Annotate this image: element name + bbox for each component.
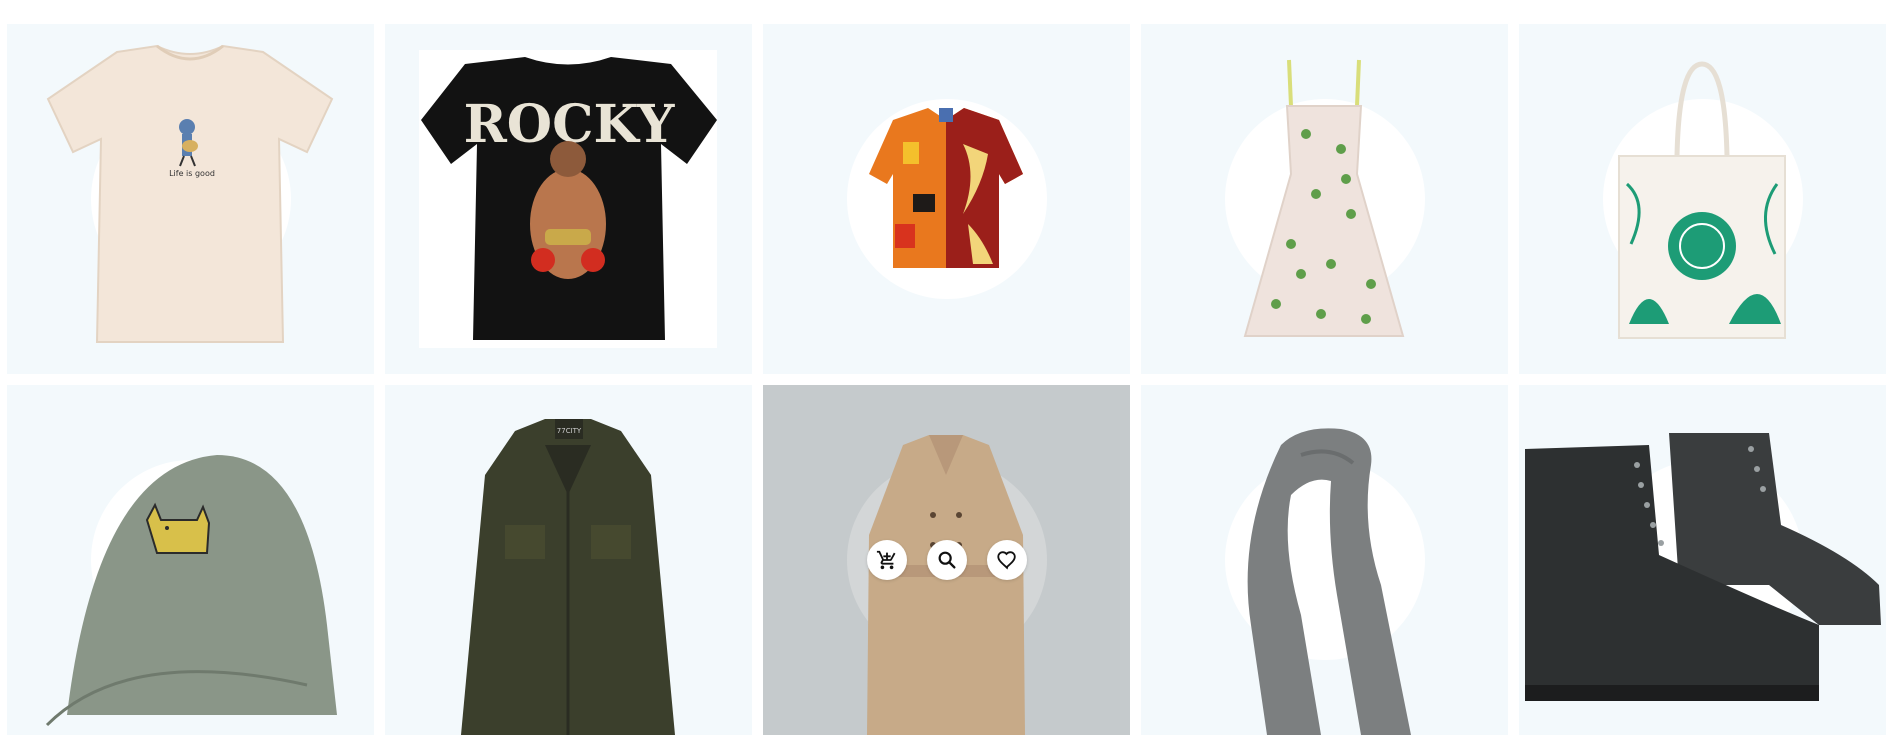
product-card-floral-dress[interactable] xyxy=(1141,24,1508,374)
search-icon xyxy=(938,551,956,569)
product-card-trench-coat[interactable] xyxy=(763,385,1130,735)
product-card-grey-scarf[interactable] xyxy=(1141,385,1508,735)
product-image-dress[interactable] xyxy=(1141,24,1508,374)
product-image-shirt[interactable] xyxy=(763,24,1130,374)
product-card-cat-cap[interactable] xyxy=(7,385,374,735)
jacket-label-text: 77CITY xyxy=(557,427,582,435)
product-card-tote-bag[interactable] xyxy=(1519,24,1886,374)
heart-icon xyxy=(996,551,1016,570)
product-card-green-jacket[interactable]: 77CITY xyxy=(385,385,752,735)
product-image-cap[interactable] xyxy=(7,385,374,735)
product-card-rocky-tee[interactable]: ROCKY xyxy=(385,24,752,374)
product-image-tshirt[interactable]: Life is good xyxy=(7,24,374,374)
tshirt-print-text: Life is good xyxy=(169,169,215,178)
product-card-pattern-shirt[interactable] xyxy=(763,24,1130,374)
product-image-jacket[interactable]: 77CITY xyxy=(385,385,752,735)
add-to-wishlist-button[interactable] xyxy=(986,540,1027,580)
product-card-life-is-good-tee[interactable]: Life is good xyxy=(7,24,374,374)
product-image-boots[interactable] xyxy=(1519,385,1886,735)
product-image-tote-bag[interactable] xyxy=(1519,24,1886,374)
product-quick-actions xyxy=(763,540,1130,580)
cart-icon xyxy=(876,550,895,570)
product-image-scarf[interactable] xyxy=(1141,385,1508,735)
product-grid: Life is good ROCKY 77CITY xyxy=(7,24,1886,735)
add-to-cart-button[interactable] xyxy=(866,540,907,580)
product-card-black-boots[interactable] xyxy=(1519,385,1886,735)
product-image-rocky-tshirt[interactable]: ROCKY xyxy=(385,24,752,374)
quick-view-button[interactable] xyxy=(926,540,967,580)
